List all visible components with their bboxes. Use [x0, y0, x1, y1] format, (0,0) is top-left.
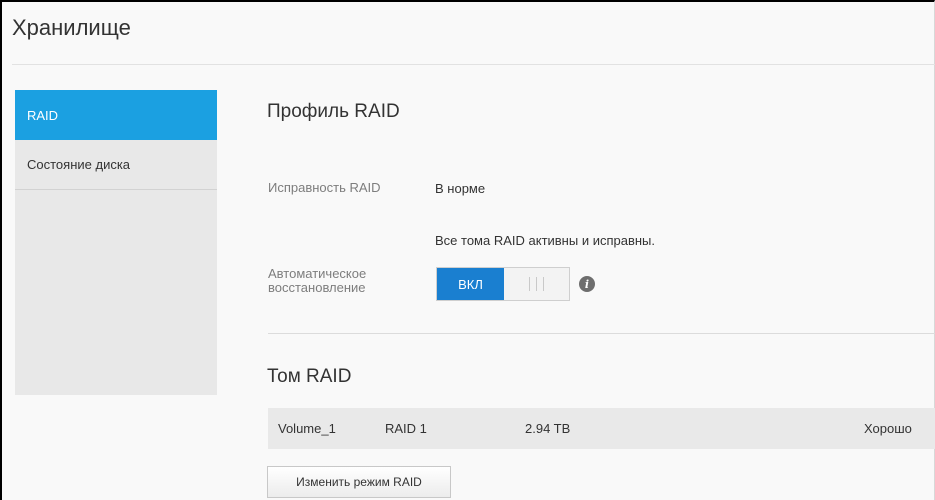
info-icon[interactable]: i — [579, 276, 595, 292]
toggle-grip-icon — [504, 268, 569, 300]
sidebar-item-disk-status[interactable]: Состояние диска — [15, 140, 217, 190]
raid-health-value: В норме — [435, 181, 486, 196]
auto-rebuild-toggle[interactable]: ВКЛ — [436, 267, 570, 301]
sidebar-item-raid[interactable]: RAID — [15, 90, 217, 140]
title-divider — [12, 64, 935, 65]
page-title: Хранилище — [12, 15, 131, 40]
volume-status: Хорошо — [864, 421, 912, 436]
volume-raid-level: RAID 1 — [385, 421, 427, 436]
auto-rebuild-label: Автоматическое восстановление — [268, 267, 366, 295]
sidebar-item-label: RAID — [27, 107, 59, 123]
sidebar: RAID Состояние диска — [15, 90, 217, 395]
toggle-on-label: ВКЛ — [437, 268, 504, 300]
auto-rebuild-label-line1: Автоматическое — [268, 266, 367, 281]
raid-health-label: Исправность RAID — [268, 180, 381, 195]
section-divider — [268, 333, 935, 334]
raid-health-detail: Все тома RAID активны и исправны. — [435, 233, 655, 248]
sidebar-item-label: Состояние диска — [27, 157, 131, 172]
table-row[interactable]: Volume_1 RAID 1 2.94 TB Хорошо — [268, 408, 935, 449]
volume-name: Volume_1 — [278, 421, 336, 436]
volume-size: 2.94 TB — [525, 421, 571, 436]
auto-rebuild-label-line2: восстановление — [268, 280, 366, 295]
page-frame: Хранилище RAID Состояние диска Профиль R… — [0, 0, 935, 500]
raid-profile-heading: Профиль RAID — [267, 101, 400, 122]
change-raid-mode-button[interactable]: Изменить режим RAID — [267, 466, 451, 498]
raid-volume-heading: Том RAID — [267, 366, 352, 387]
